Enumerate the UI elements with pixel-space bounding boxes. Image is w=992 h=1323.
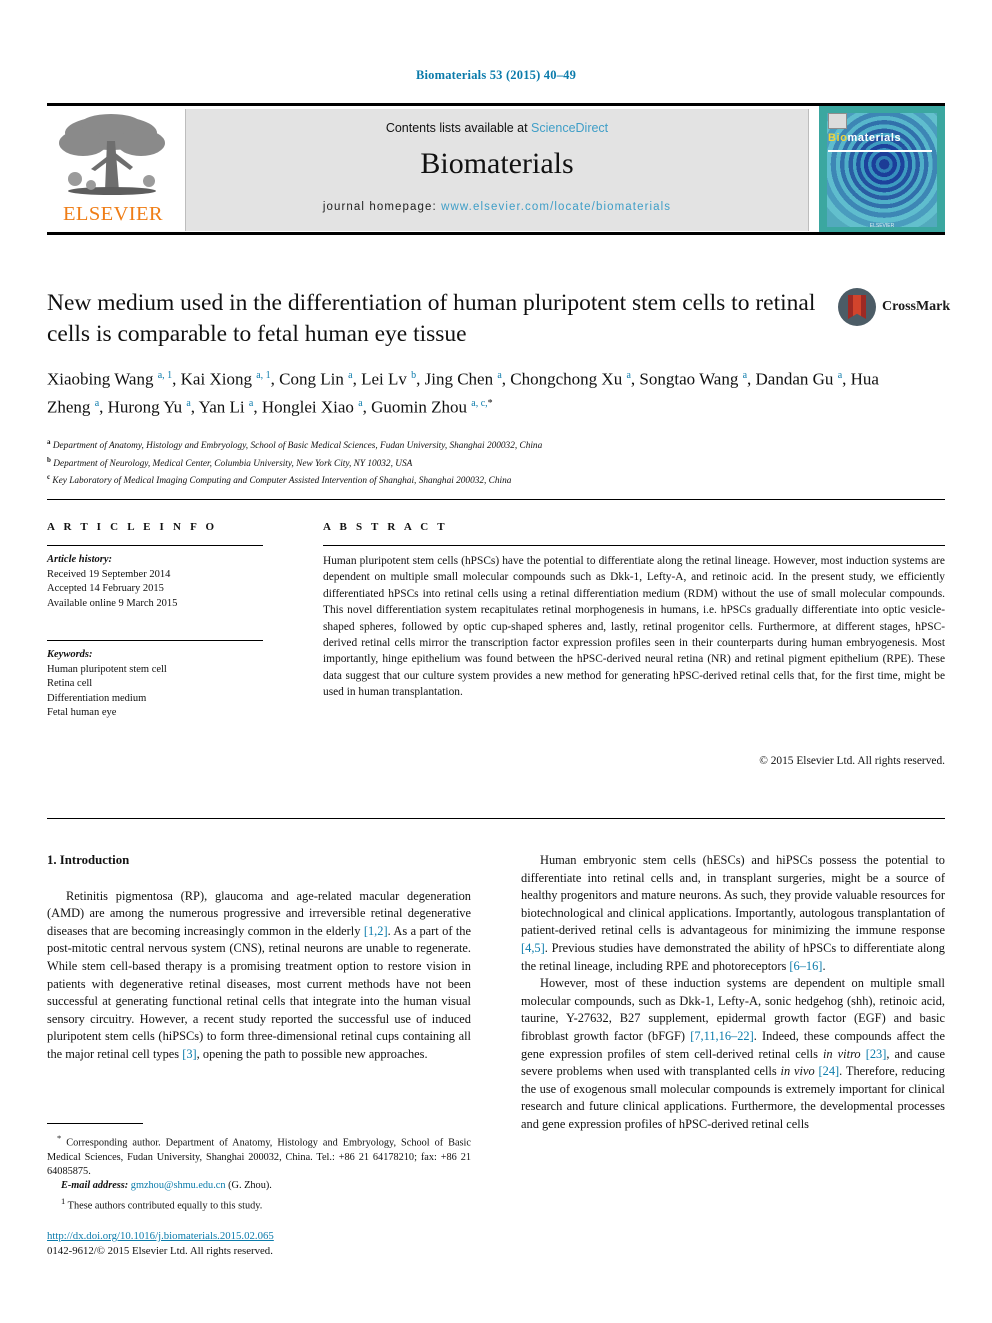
sciencedirect-link[interactable]: ScienceDirect [531, 121, 608, 135]
journal-article-page: Biomaterials 53 (2015) 40–49 ELSEVIER Co… [0, 0, 992, 1323]
author-list: Xiaobing Wang a, 1, Kai Xiong a, 1, Cong… [47, 369, 879, 417]
elsevier-wordmark: ELSEVIER [63, 203, 163, 225]
doi-link[interactable]: http://dx.doi.org/10.1016/j.biomaterials… [47, 1229, 471, 1244]
corresponding-author-note: * Corresponding author. Department of An… [47, 1133, 471, 1178]
keyword-item: Fetal human eye [47, 707, 117, 718]
abstract-heading: A B S T R A C T [323, 521, 448, 533]
footnote-block: * Corresponding author. Department of An… [47, 1131, 471, 1213]
article-history-label: Article history: [47, 554, 113, 565]
masthead-top-rule [47, 103, 945, 106]
info-band-bottom-rule [47, 818, 945, 819]
article-history-block: Article history: Received 19 September 2… [47, 553, 287, 611]
contents-prefix: Contents lists available at [385, 121, 532, 135]
journal-title: Biomaterials [420, 147, 574, 180]
abstract-copyright: © 2015 Elsevier Ltd. All rights reserved… [759, 755, 945, 767]
body-paragraph: Human embryonic stem cells (hESCs) and h… [521, 853, 945, 973]
journal-masthead: ELSEVIER Contents lists available at Sci… [47, 103, 945, 235]
keyword-item: Human pluripotent stem cell [47, 663, 167, 675]
email-note: E-mail address: gmzhou@shmu.edu.cn (G. Z… [47, 1179, 471, 1193]
history-item: Accepted 14 February 2015 [47, 583, 164, 594]
crossmark-label: CrossMark [882, 299, 951, 314]
keyword-item: Differentiation medium [47, 692, 147, 704]
email-link[interactable]: gmzhou@shmu.edu.cn [131, 1180, 226, 1191]
abstract-rule [323, 545, 945, 546]
email-label: E-mail address: [61, 1180, 129, 1192]
body-column-right: Human embryonic stem cells (hESCs) and h… [521, 852, 945, 1134]
elsevier-logo: ELSEVIER [47, 109, 179, 231]
keywords-label: Keywords: [47, 649, 93, 660]
history-item: Available online 9 March 2015 [47, 597, 178, 609]
cover-title-bio: Bio [828, 132, 848, 144]
keywords-divider-rule [47, 640, 263, 641]
journal-homepage-line: journal homepage: www.elsevier.com/locat… [186, 201, 808, 213]
footnote-rule [47, 1123, 143, 1124]
info-band-top-rule [47, 499, 945, 500]
homepage-url-link[interactable]: www.elsevier.com/locate/biomaterials [441, 201, 671, 213]
article-info-rule [47, 545, 263, 546]
homepage-prefix: journal homepage: [322, 201, 442, 213]
abstract-text: Human pluripotent stem cells (hPSCs) hav… [323, 555, 945, 699]
section-heading-introduction: 1. Introduction [47, 853, 130, 867]
cover-footer-label: ELSEVIER [869, 223, 895, 229]
contents-available-line: Contents lists available at ScienceDirec… [186, 121, 808, 135]
contents-banner: Contents lists available at ScienceDirec… [185, 109, 809, 231]
elsevier-tree-icon [59, 114, 165, 195]
cover-divider [828, 150, 932, 152]
cover-title-materials: materials [847, 132, 902, 144]
body-paragraph: However, most of these induction systems… [521, 976, 946, 1131]
body-column-left: 1. Introduction Retinitis pigmentosa (RP… [47, 852, 471, 1064]
masthead-bottom-rule [47, 232, 945, 235]
article-info-heading: A R T I C L E I N F O [47, 521, 218, 533]
cover-title: Biomaterials [828, 132, 901, 144]
crossmark-badge[interactable]: CrossMark [838, 288, 951, 328]
body-paragraph: Retinitis pigmentosa (RP), glaucoma and … [47, 888, 471, 1061]
affiliation-list: a Department of Anatomy, Histology and E… [47, 438, 543, 487]
issn-copyright-line: 0142-9612/© 2015 Elsevier Ltd. All right… [47, 1244, 273, 1257]
doi-block: http://dx.doi.org/10.1016/j.biomaterials… [47, 1229, 471, 1258]
history-item: Received 19 September 2014 [47, 568, 171, 580]
keywords-block: Keywords: Human pluripotent stem cell Re… [47, 648, 287, 721]
journal-cover-thumbnail: Biomaterials ELSEVIER [819, 106, 945, 234]
cover-artwork [827, 113, 937, 227]
article-title: New medium used in the differentiation o… [47, 290, 816, 347]
running-head: Biomaterials 53 (2015) 40–49 [415, 68, 577, 82]
email-suffix: (G. Zhou). [225, 1180, 272, 1192]
keyword-item: Retina cell [47, 678, 93, 689]
equal-contribution-note: 1 These authors contributed equally to t… [61, 1195, 263, 1212]
cover-badge-icon [828, 113, 847, 129]
